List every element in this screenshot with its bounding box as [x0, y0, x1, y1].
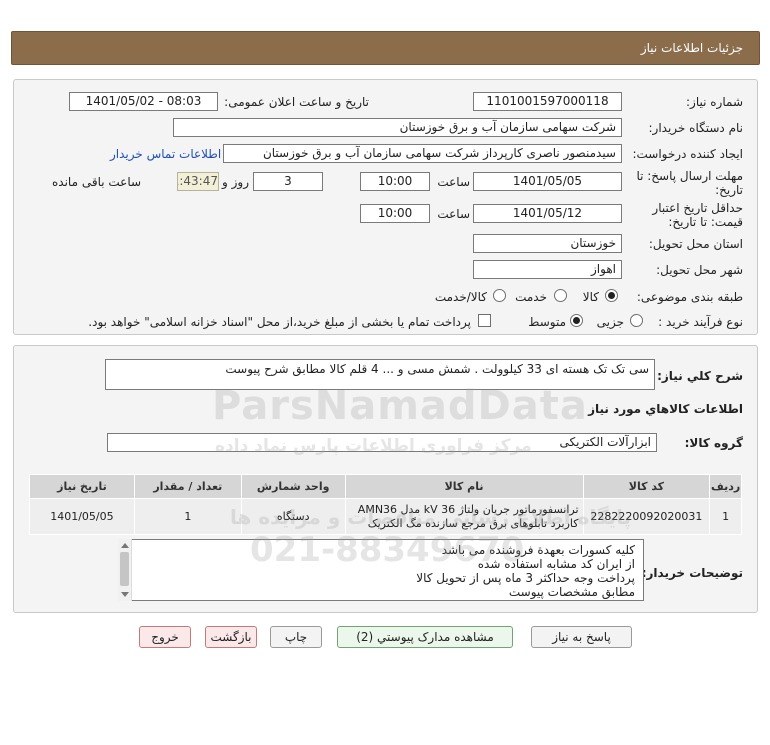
buyer-contact-link[interactable]: اطلاعات تماس خریدار — [110, 147, 221, 161]
cell-qty: 1 — [133, 498, 242, 535]
view-attachments-button[interactable]: مشاهده مدارک پیوستي (2) — [337, 626, 513, 648]
note-line: از ایران کد مشابه استفاده شده — [477, 557, 635, 571]
notes-label: توضیحات خریدار: — [641, 566, 743, 580]
print-button[interactable]: چاپ — [270, 626, 322, 648]
scroll-thumb[interactable] — [120, 552, 129, 586]
table-row[interactable]: 1 2282220092020031 ترانسفورماتور جریان و… — [29, 498, 742, 535]
summary-label: شرح کلي نياز: — [657, 369, 743, 383]
treasury-checkbox[interactable] — [478, 314, 491, 327]
process-label: نوع فرآیند خرید : — [658, 315, 743, 329]
city-field[interactable]: اهواز — [473, 260, 622, 279]
page-header: جزئیات اطلاعات نیاز — [11, 31, 760, 65]
category-radio-goods[interactable] — [605, 289, 618, 302]
buyer-org-field[interactable]: شرکت سهامی سازمان آب و برق خوزستان — [173, 118, 622, 137]
process-option-minor: جزیی — [596, 315, 624, 329]
goods-group-field[interactable]: ابزارآلات الکتریکی — [107, 433, 657, 452]
col-header-code: کد کالا — [582, 474, 711, 499]
page-title: جزئیات اطلاعات نیاز — [640, 41, 743, 55]
category-option-goods: کالا — [582, 290, 599, 304]
col-header-qty: تعداد / مقدار — [133, 474, 242, 499]
col-header-row: ردیف — [709, 474, 742, 499]
deadline-time-field[interactable]: 10:00 — [360, 172, 430, 191]
note-line: کلیه کسورات بعهدة فروشنده می باشد — [441, 543, 635, 557]
province-field[interactable]: خوزستان — [473, 234, 622, 253]
category-radio-goods-service[interactable] — [493, 289, 506, 302]
cell-name: ترانسفورماتور جریان ولتاژ kV 36 مدل AMN3… — [344, 498, 584, 535]
province-label: استان محل تحویل: — [648, 237, 743, 251]
validity-date-field[interactable]: 1401/05/12 — [473, 204, 622, 223]
summary-field[interactable]: سی تک تک هسته ای 33 کیلوولت . شمش مسی و … — [105, 359, 655, 390]
cell-date: 1401/05/05 — [29, 498, 135, 535]
city-label: شهر محل تحویل: — [656, 263, 743, 277]
deadline-date-field[interactable]: 1401/05/05 — [473, 172, 622, 191]
announce-datetime-field[interactable]: 1401/05/02 - 08:03 — [69, 92, 218, 111]
category-option-goods-service: کالا/خدمت — [434, 290, 487, 304]
validity-label-line2: قیمت: تا تاریخ: — [668, 215, 743, 229]
remaining-time-label: ساعت باقی مانده — [52, 175, 142, 189]
back-button[interactable]: بازگشت — [205, 626, 257, 648]
goods-table: ردیف کد کالا نام کالا واحد شمارش تعداد /… — [29, 474, 742, 535]
page: جزئیات اطلاعات نیاز شماره نیاز: 11010015… — [0, 0, 770, 745]
cell-row: 1 — [709, 498, 742, 535]
process-option-medium: متوسط — [528, 315, 566, 329]
validity-label-line1: حداقل تاریخ اعتبار — [652, 201, 743, 215]
goods-table-header: ردیف کد کالا نام کالا واحد شمارش تعداد /… — [29, 474, 742, 499]
buyer-notes-textarea[interactable]: کلیه کسورات بعهدة فروشنده می باشد از ایر… — [118, 539, 644, 601]
col-header-unit: واحد شمارش — [240, 474, 346, 499]
deadline-time-label: ساعت — [437, 175, 470, 189]
buyer-org-label: نام دستگاه خریدار: — [648, 121, 744, 135]
goods-info-title: اطلاعات کالاهاي مورد نياز — [588, 402, 743, 416]
col-header-name: نام کالا — [344, 474, 584, 499]
category-radio-service[interactable] — [554, 289, 567, 302]
category-option-service: خدمت — [515, 290, 547, 304]
treasury-text: پرداخت تمام یا بخشی از مبلغ خرید،از محل … — [88, 315, 471, 329]
need-number-label: شماره نیاز: — [686, 95, 743, 109]
cell-code: 2282220092020031 — [582, 498, 711, 535]
reply-button[interactable]: پاسخ به نیاز — [531, 626, 632, 648]
category-label: طبقه بندی موضوعی: — [636, 290, 743, 304]
col-header-date: تاریخ نیاز — [29, 474, 135, 499]
creator-label: ایجاد کننده درخواست: — [632, 147, 743, 161]
validity-time-field[interactable]: 10:00 — [360, 204, 430, 223]
days-remaining-field[interactable]: 3 — [253, 172, 323, 191]
deadline-label-line2: تاریخ: — [715, 183, 743, 197]
note-line: پرداخت وجه حداکثر 3 ماه پس از تحویل کالا — [416, 571, 635, 585]
announce-label: تاریخ و ساعت اعلان عمومی: — [224, 95, 369, 109]
exit-button[interactable]: خروج — [139, 626, 191, 648]
process-radio-medium[interactable] — [570, 314, 583, 327]
process-radio-minor[interactable] — [630, 314, 643, 327]
scroll-down-icon[interactable] — [121, 592, 129, 597]
creator-field[interactable]: سیدمنصور ناصری کارپرداز شرکت سهامی سازما… — [223, 144, 622, 163]
days-label: روز و — [222, 175, 249, 189]
cell-unit: دستگاه — [240, 498, 346, 535]
need-number-field[interactable]: 1101001597000118 — [473, 92, 622, 111]
scroll-up-icon[interactable] — [121, 543, 129, 548]
deadline-label-line1: مهلت ارسال پاسخ: تا — [636, 169, 743, 183]
remaining-time-field: 01:43:47 — [177, 172, 219, 191]
notes-scrollbar[interactable] — [118, 539, 132, 601]
note-line: مطابق مشخصات پیوست — [508, 585, 635, 599]
validity-time-label: ساعت — [437, 207, 470, 221]
goods-group-label: گروه کالا: — [684, 436, 743, 450]
